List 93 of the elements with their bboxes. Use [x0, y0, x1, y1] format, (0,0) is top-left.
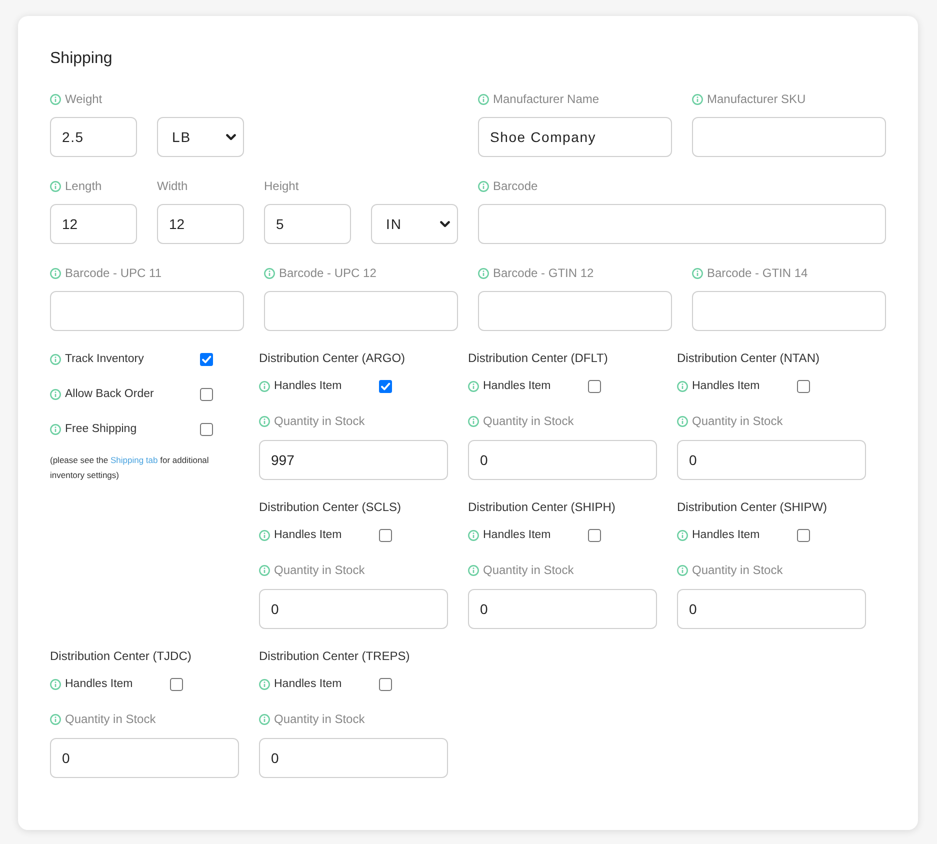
- distribution-center-title: Distribution Center (SHIPW): [677, 499, 828, 516]
- info-icon: [50, 354, 61, 364]
- quantity-input[interactable]: 0: [259, 738, 448, 778]
- info-icon: [677, 416, 688, 426]
- barcode-input[interactable]: [692, 291, 886, 331]
- checkbox[interactable]: [379, 528, 392, 542]
- quantity-input[interactable]: 0: [677, 440, 866, 480]
- quantity-input[interactable]: 0: [677, 589, 866, 629]
- distribution-center-title: Distribution Center (TJDC): [50, 648, 192, 665]
- checkbox-label: Handles Item: [65, 677, 133, 692]
- field-label: Height: [264, 178, 299, 195]
- checkbox[interactable]: [200, 352, 213, 366]
- checkbox-label: Track Inventory: [65, 352, 144, 367]
- checkbox[interactable]: [588, 380, 601, 392]
- info-icon: [468, 380, 479, 392]
- checkbox-label: Handles Item: [483, 379, 551, 394]
- info-icon: [259, 678, 270, 690]
- distribution-center-title: Distribution Center (DFLT): [468, 350, 609, 367]
- info-icon: [259, 714, 270, 724]
- field-label: Barcode: [493, 178, 538, 195]
- info-icon: [50, 714, 61, 724]
- field-label: Quantity in Stock: [274, 711, 365, 728]
- field-label: Barcode - GTIN 12: [493, 265, 594, 282]
- info-icon: [677, 380, 688, 392]
- field-label: Barcode - GTIN 14: [707, 265, 808, 282]
- info-icon: [50, 678, 61, 690]
- field-label: Quantity in Stock: [483, 562, 574, 579]
- barcode-input[interactable]: [264, 291, 458, 331]
- checkbox-label: Handles Item: [692, 379, 760, 394]
- info-icon: [50, 388, 61, 400]
- dimension-input[interactable]: 12: [157, 204, 244, 244]
- distribution-center-title: Distribution Center (ARGO): [259, 350, 406, 367]
- field-label: Manufacturer SKU: [707, 91, 806, 108]
- dimension-input[interactable]: 12: [50, 204, 137, 244]
- info-icon: [677, 530, 688, 540]
- quantity-input[interactable]: 0: [468, 589, 657, 629]
- field-label: Weight: [65, 91, 102, 108]
- field-label: Barcode - UPC 11: [65, 265, 162, 282]
- checkbox-label: Handles Item: [274, 528, 342, 543]
- barcode-input[interactable]: [478, 204, 886, 244]
- manufacturer-sku-input[interactable]: [692, 117, 886, 157]
- checkbox[interactable]: [588, 528, 601, 542]
- quantity-input[interactable]: 997: [259, 440, 448, 480]
- field-label: Length: [65, 178, 102, 195]
- field-label: Quantity in Stock: [692, 413, 783, 430]
- checkbox[interactable]: [797, 380, 810, 392]
- checkbox-label: Free Shipping: [65, 422, 137, 437]
- field-label: Width: [157, 178, 188, 195]
- checkbox[interactable]: [170, 678, 183, 690]
- checkbox[interactable]: [379, 678, 392, 690]
- dimension-unit-select[interactable]: IN: [371, 204, 458, 244]
- caret-icon: [226, 134, 236, 140]
- distribution-center-title: Distribution Center (SCLS): [259, 499, 402, 516]
- section-title: Shipping: [50, 49, 114, 69]
- info-icon: [259, 530, 270, 540]
- info-icon: [468, 564, 479, 576]
- weight-input[interactable]: 2.5: [50, 117, 137, 157]
- distribution-center-title: Distribution Center (SHIPH): [468, 499, 616, 516]
- checkbox[interactable]: [200, 422, 213, 436]
- checkbox-label: Handles Item: [274, 677, 342, 692]
- checkbox-label: Handles Item: [483, 528, 551, 543]
- quantity-input[interactable]: 0: [468, 440, 657, 480]
- weight-unit-select[interactable]: LB: [157, 117, 244, 157]
- checkbox-label: Handles Item: [274, 379, 342, 394]
- checkbox[interactable]: [797, 528, 810, 542]
- barcode-input[interactable]: [50, 291, 244, 331]
- info-icon: [259, 380, 270, 392]
- caret-icon: [440, 220, 450, 228]
- field-label: Quantity in Stock: [274, 413, 365, 430]
- info-icon: [259, 416, 270, 426]
- info-icon: [259, 564, 270, 576]
- info-icon: [468, 416, 479, 426]
- field-label: Quantity in Stock: [65, 711, 156, 728]
- checkbox-label: Handles Item: [692, 528, 760, 543]
- manufacturer-name-input[interactable]: Shoe Company: [478, 117, 672, 157]
- info-icon: [677, 564, 688, 576]
- inventory-note: (please see the Shipping tab for additional inventory settings): [50, 454, 210, 482]
- field-label: Quantity in Stock: [692, 562, 783, 579]
- barcode-input[interactable]: [478, 291, 672, 331]
- info-icon: [50, 424, 61, 434]
- distribution-center-title: Distribution Center (NTAN): [677, 350, 820, 367]
- field-label: Quantity in Stock: [483, 413, 574, 430]
- field-label: Manufacturer Name: [493, 91, 600, 108]
- distribution-center-title: Distribution Center (TREPS): [259, 648, 411, 665]
- quantity-input[interactable]: 0: [259, 589, 448, 629]
- field-label: Quantity in Stock: [274, 562, 365, 579]
- quantity-input[interactable]: 0: [50, 738, 239, 778]
- info-icon: [468, 530, 479, 540]
- field-label: Barcode - UPC 12: [279, 265, 376, 282]
- dimension-input[interactable]: 5: [264, 204, 351, 244]
- checkbox-label: Allow Back Order: [65, 387, 154, 402]
- checkbox[interactable]: [379, 380, 392, 392]
- checkbox[interactable]: [200, 388, 213, 400]
